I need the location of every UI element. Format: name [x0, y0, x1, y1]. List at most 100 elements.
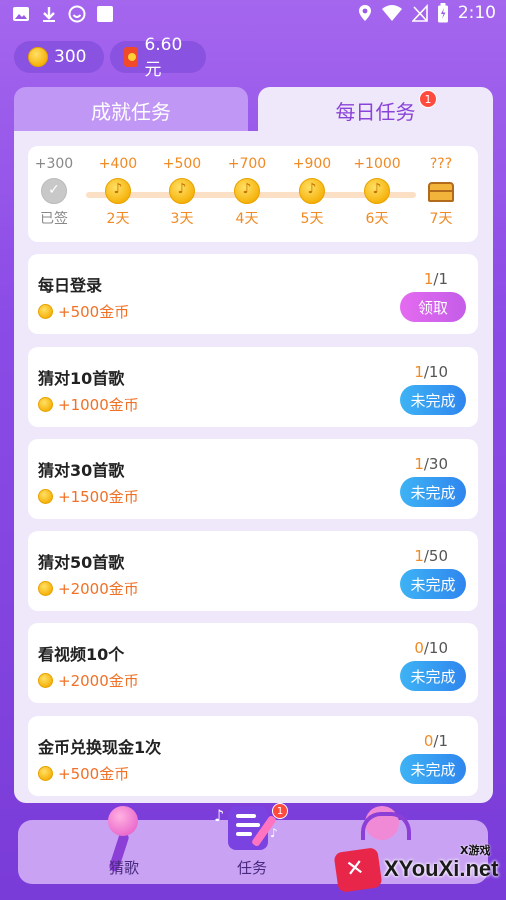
task-reward-value: +1000金币 — [58, 396, 139, 414]
checkin-day-label: 6天 — [365, 211, 389, 227]
coin-icon — [28, 47, 48, 67]
red-envelope-icon — [124, 47, 139, 67]
incomplete-button[interactable]: 未完成 — [400, 754, 466, 784]
nav-label: 猜歌 — [108, 859, 139, 877]
checkin-day: +1000 6天 — [345, 154, 409, 228]
task-progress-total: /1 — [433, 270, 448, 288]
task-reward-value: +500金币 — [58, 303, 130, 321]
task-card: 猜对50首歌 +2000金币 1/50 未完成 — [28, 531, 478, 611]
checkin-reward: +1000 — [353, 156, 401, 172]
coin-icon — [38, 489, 53, 504]
checkin-reward: ??? — [429, 156, 453, 172]
task-reward-value: +1500金币 — [58, 488, 139, 506]
incomplete-button[interactable]: 未完成 — [400, 477, 466, 507]
task-card: 金币兑换现金1次 +500金币 0/1 未完成 — [28, 716, 478, 796]
task-card: 猜对10首歌 +1000金币 1/10 未完成 — [28, 347, 478, 427]
task-progress-total: /10 — [423, 363, 448, 381]
claim-button[interactable]: 领取 — [400, 292, 466, 322]
battery-icon — [437, 3, 448, 23]
notification-icons — [12, 5, 114, 23]
coin-icon — [38, 397, 53, 412]
task-progress: 0/1 — [424, 732, 448, 750]
checkin-day-label: 5天 — [300, 211, 324, 227]
checkin-day: +700 4天 — [215, 154, 279, 228]
clock: 2:10 — [457, 3, 496, 23]
checkin-reward: +500 — [162, 156, 202, 172]
checkin-day: +500 3天 — [150, 154, 214, 228]
task-progress-current: 1 — [414, 547, 424, 565]
wifi-icon — [381, 5, 402, 21]
task-reward-value: +500金币 — [58, 765, 130, 783]
coin-icon — [38, 673, 53, 688]
task-reward-value: +2000金币 — [58, 672, 139, 690]
task-reward: +2000金币 — [38, 670, 139, 691]
task-reward: +1500金币 — [38, 486, 139, 507]
task-progress-current: 1 — [423, 270, 434, 288]
checkin-day: +300 已签 — [22, 154, 86, 228]
checkin-day: +900 5天 — [280, 154, 344, 228]
task-reward: +500金币 — [38, 763, 129, 784]
checkin-day-label: 3天 — [170, 211, 194, 227]
task-reward-value: +2000金币 — [58, 580, 139, 598]
tab-achievement-tasks[interactable]: 成就任务 — [14, 87, 248, 133]
task-progress-total: /10 — [423, 639, 448, 657]
smile-icon — [68, 5, 86, 23]
coin-balance-value: 300 — [54, 47, 87, 67]
task-progress-current: 0 — [423, 732, 434, 750]
task-progress-current: 0 — [414, 639, 424, 657]
tab-daily-tasks[interactable]: 每日任务 1 — [258, 87, 493, 133]
check-icon — [41, 178, 67, 204]
location-icon — [358, 5, 371, 21]
task-progress-total: /30 — [423, 455, 448, 473]
checkin-day-label: 已签 — [40, 211, 68, 227]
coin-icon — [38, 304, 53, 319]
task-progress-total: /50 — [423, 547, 448, 565]
coin-icon — [38, 581, 53, 596]
checkin-reward: +400 — [98, 156, 138, 172]
download-icon — [43, 7, 55, 22]
tab-label: 每日任务 — [335, 99, 416, 124]
task-title: 每日登录 — [38, 276, 103, 295]
watermark: X游戏 XYouXi.net — [333, 836, 502, 896]
task-progress: 1/10 — [414, 363, 448, 381]
task-progress: 1/30 — [414, 455, 448, 473]
coin-balance[interactable]: 300 — [14, 41, 104, 73]
task-title: 猜对10首歌 — [38, 369, 125, 388]
checkin-day: +400 2天 — [86, 154, 150, 228]
incomplete-button[interactable]: 未完成 — [400, 569, 466, 599]
music-coin-icon — [234, 178, 260, 204]
notification-badge: 1 — [272, 803, 288, 819]
task-title: 看视频10个 — [38, 645, 125, 664]
task-progress-current: 1 — [414, 363, 424, 381]
cash-balance-value: 6.60元 — [144, 34, 183, 80]
incomplete-button[interactable]: 未完成 — [400, 385, 466, 415]
task-progress: 1/1 — [424, 270, 448, 288]
task-title: 猜对50首歌 — [38, 553, 125, 572]
tab-label: 成就任务 — [91, 99, 171, 124]
task-card: 每日登录 +500金币 1/1 领取 — [28, 254, 478, 334]
notification-badge: 1 — [419, 90, 437, 108]
watermark-text: XYouXi.net — [384, 856, 499, 881]
checkin-day-label: 2天 — [106, 211, 130, 227]
checkin-progress-card: +300 已签 +400 2天 +500 3天 +700 4天 +900 5天 … — [28, 146, 478, 242]
no-signal-icon — [411, 4, 428, 22]
incomplete-button[interactable]: 未完成 — [400, 661, 466, 691]
system-icons: 2:10 — [358, 3, 496, 23]
task-progress-total: /1 — [433, 732, 448, 750]
microphone-icon — [96, 806, 152, 873]
task-card: 看视频10个 +2000金币 0/10 未完成 — [28, 623, 478, 703]
checkin-reward: +700 — [227, 156, 267, 172]
treasure-chest-icon — [426, 178, 456, 204]
nav-item-guess-song[interactable]: 猜歌 — [64, 806, 184, 884]
task-title: 金币兑换现金1次 — [38, 738, 162, 757]
cash-balance[interactable]: 6.60元 — [110, 35, 206, 80]
status-bar: 2:10 — [0, 0, 506, 30]
square-icon — [97, 6, 113, 22]
nav-label: 任务 — [236, 859, 267, 877]
nav-item-tasks[interactable]: ♪ ♪ 1 任务 — [192, 803, 312, 884]
music-coin-icon — [105, 178, 131, 204]
task-progress: 1/50 — [414, 547, 448, 565]
task-list-icon: ♪ ♪ 1 — [214, 803, 288, 860]
task-reward: +2000金币 — [38, 578, 139, 599]
checkin-reward: +300 — [34, 156, 74, 172]
